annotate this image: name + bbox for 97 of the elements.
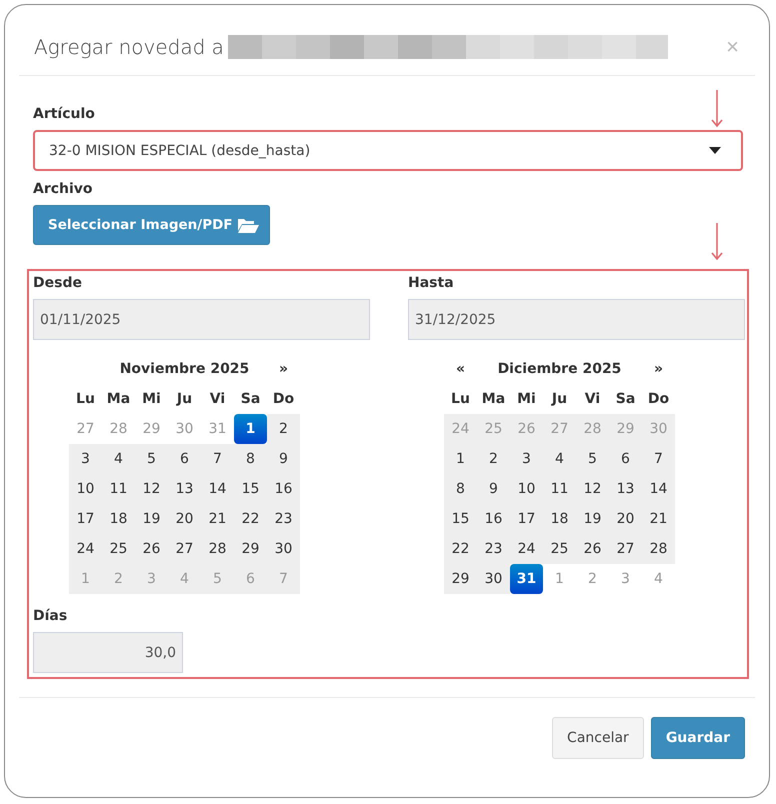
field-label: Artículo [33,106,96,122]
field-label: Archivo [33,181,94,197]
calendar-day[interactable]: 20 [168,504,201,534]
calendar-day[interactable]: 23 [477,534,510,564]
calendar-day[interactable]: 26 [576,534,609,564]
arrow-icon [711,90,723,128]
calendar-day[interactable]: 16 [477,504,510,534]
calendar-day[interactable]: 1 [444,444,477,474]
calendar-day[interactable]: 7 [642,444,675,474]
calendar-day[interactable]: 27 [168,534,201,564]
weekday-label: Lu [450,390,471,409]
calendar-day[interactable]: 2 [477,444,510,474]
calendar-day[interactable]: 8 [444,474,477,504]
start-date-field[interactable]: 01/11/2025 [33,299,370,340]
caret-icon [709,147,721,154]
cancel-button[interactable]: Cancelar [552,717,644,759]
weekday-label: Ma [106,390,132,409]
weekday-label: Vi [584,390,602,409]
calendar-day[interactable]: 29 [234,534,267,564]
calendar-day[interactable]: 20 [609,504,642,534]
weekday-label: Do [272,390,296,409]
calendar-day[interactable]: 3 [69,444,102,474]
calendar-day[interactable]: 11 [543,474,576,504]
calendar-day[interactable]: 25 [102,534,135,564]
weekday-label: Ju [550,390,568,409]
calendar-day[interactable]: 7 [201,444,234,474]
calendar-day[interactable]: 25 [543,534,576,564]
calendar-day[interactable]: 14 [201,474,234,504]
calendar-day[interactable]: 17 [510,504,543,534]
calendar-day[interactable]: 29 [444,564,477,594]
calendar-day[interactable]: 4 [102,444,135,474]
calendar-day[interactable]: 28 [201,534,234,564]
calendar-day[interactable]: 9 [477,474,510,504]
calendar-day[interactable]: 27 [609,534,642,564]
calendar-day[interactable]: 8 [234,444,267,474]
calendar-day[interactable]: 22 [234,504,267,534]
calendar-day[interactable]: 5 [135,444,168,474]
folder-icon [236,217,259,233]
weekday-label: Mi [516,390,537,409]
calendar-day[interactable]: 10 [510,474,543,504]
calendar-day[interactable]: 5 [576,444,609,474]
calendar-day[interactable]: 21 [201,504,234,534]
weekday-label: Mi [141,390,162,409]
calendar-day[interactable]: 18 [102,504,135,534]
calendar-day[interactable]: 24 [69,534,102,564]
weekday-label: Lu [75,390,96,409]
select-file-button[interactable]: Seleccionar Imagen/PDF [33,205,270,245]
month-title: Diciembre 2025 [496,360,622,379]
calendar-day[interactable]: 15 [234,474,267,504]
calendar-day[interactable]: 12 [135,474,168,504]
calendar-day[interactable]: 11 [102,474,135,504]
modal-title: Agregar novedad a [34,35,224,59]
field-label: Hasta [408,275,455,291]
calendar-day[interactable]: 3 [510,444,543,474]
weekday-label: Ju [175,390,194,409]
calendar-day[interactable]: 30 [477,564,510,594]
calendar-day[interactable]: 30 [267,534,300,564]
calendar-day[interactable]: 12 [576,474,609,504]
weekday-label: Sa [614,390,636,409]
calendar-day[interactable]: 19 [135,504,168,534]
calendar-day[interactable]: 10 [69,474,102,504]
calendar-day[interactable]: 24 [510,534,543,564]
calendar-day[interactable]: 16 [267,474,300,504]
calendar-day[interactable]: 1 [234,414,267,444]
calendar-day[interactable]: 6 [609,444,642,474]
calendar-day[interactable]: 26 [135,534,168,564]
days-field[interactable]: 30,0 [33,632,183,673]
next-month-button[interactable]: » [267,354,300,384]
weekday-label: Vi [208,390,226,409]
save-button[interactable]: Guardar [650,717,745,759]
calendar-day[interactable]: 22 [444,534,477,564]
calendar-day[interactable]: 19 [576,504,609,534]
weekday-label: Sa [240,390,262,409]
calendar-day[interactable]: 31 [510,564,543,594]
weekday-label: Do [646,390,670,409]
calendar-day[interactable]: 17 [69,504,102,534]
field-label: Días [33,608,68,624]
month-title: Noviembre 2025 [118,360,250,379]
calendar-day[interactable]: 4 [543,444,576,474]
calendar-day[interactable]: 13 [609,474,642,504]
calendar-day[interactable]: 21 [642,504,675,534]
article-select[interactable]: 32-0 MISION ESPECIAL (desde_hasta) [33,130,743,171]
field-label: Desde [33,275,83,291]
calendar-day[interactable]: 6 [168,444,201,474]
end-date-field[interactable]: 31/12/2025 [408,299,745,340]
arrow-icon [711,223,723,261]
calendar-day[interactable]: 15 [444,504,477,534]
calendar-day[interactable]: 23 [267,504,300,534]
calendar-day[interactable]: 18 [543,504,576,534]
calendar-day[interactable]: 14 [642,474,675,504]
calendar-day[interactable]: 13 [168,474,201,504]
calendar-day[interactable]: 28 [642,534,675,564]
calendar-day[interactable]: 9 [267,444,300,474]
calendar-day[interactable]: 2 [267,414,300,444]
next-month-button[interactable]: » [642,354,675,384]
weekday-label: Ma [480,390,506,409]
previous-month-button[interactable]: « [444,354,477,384]
